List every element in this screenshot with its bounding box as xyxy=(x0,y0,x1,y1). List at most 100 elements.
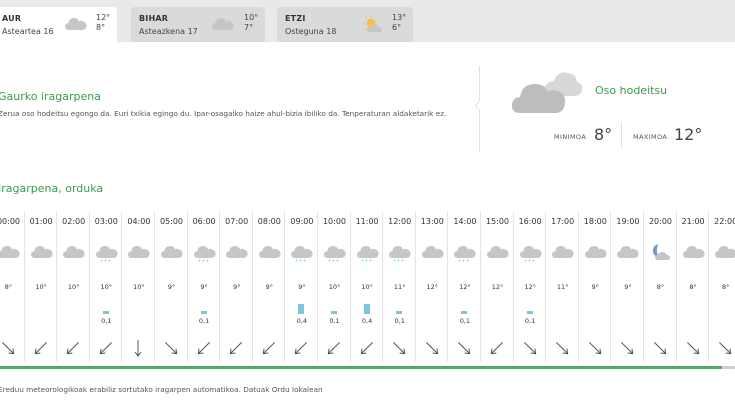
wind-arrow-sw-icon xyxy=(295,341,308,355)
condition-label: Oso hodeitsu xyxy=(595,84,668,97)
tab-tomorrow[interactable]: BIHAR Asteazkena 17 10° 7° xyxy=(131,7,265,42)
hour-temperature: 8° xyxy=(656,283,665,291)
tab-day-name: BIHAR xyxy=(139,14,169,23)
hour-temperature: 10° xyxy=(35,283,47,291)
tab-day-after[interactable]: ETZI Osteguna 18 13° 6° xyxy=(277,7,413,42)
wind-arrow-sw-icon xyxy=(490,341,504,355)
hour-temperature: 12° xyxy=(524,283,536,291)
precipitation-value: 0,1 xyxy=(394,317,405,325)
tab-date: Asteartea 16 xyxy=(2,27,54,36)
precipitation-value: 0,4 xyxy=(296,317,308,325)
hourly-column: 13:00 12° xyxy=(414,212,449,362)
hour-label: 18:00 xyxy=(583,217,607,226)
rain-cloud-icon xyxy=(389,246,411,262)
hourly-column: 10:00 10° 0,1 xyxy=(317,212,351,362)
hour-temperature: 12° xyxy=(459,283,471,291)
hour-temperature: 9° xyxy=(200,283,208,291)
tab-date: Asteazkena 17 xyxy=(139,27,198,36)
precipitation-bar xyxy=(363,304,370,314)
hour-label: 06:00 xyxy=(192,217,216,226)
hourly-column: 14:00 12° 0,1 xyxy=(447,212,481,362)
hour-temperature: 9° xyxy=(591,283,599,291)
rain-cloud-icon xyxy=(291,246,313,262)
tab-date: Osteguna 18 xyxy=(285,27,337,36)
hour-label: 02:00 xyxy=(62,217,86,226)
hour-temperature: 9° xyxy=(265,283,273,291)
hour-temperature: 11° xyxy=(556,283,569,291)
precipitation-bar xyxy=(200,311,207,314)
hour-label: 07:00 xyxy=(225,217,249,226)
tab-day-name: ETZI xyxy=(285,14,306,23)
hour-temperature: 9° xyxy=(232,283,241,291)
hourly-forecast-title: Iragarpena, orduka xyxy=(0,182,104,195)
cloud-icon xyxy=(421,246,444,258)
wind-arrow-sw-icon xyxy=(327,341,341,355)
tab-min-temp: 8° xyxy=(96,23,106,32)
hour-label: 16:00 xyxy=(518,217,542,226)
cloud-icon xyxy=(487,246,509,258)
hour-temperature: 9° xyxy=(624,283,632,291)
precipitation-value: 0,1 xyxy=(459,317,471,325)
precipitation-value: 0,4 xyxy=(361,317,373,325)
cloud-icon xyxy=(128,246,150,258)
rain-cloud-icon xyxy=(95,246,118,262)
hourly-column: 06:00 9° 0,1 xyxy=(186,212,221,362)
hour-label: 17:00 xyxy=(551,217,575,226)
cloud-icon xyxy=(212,18,234,30)
hourly-column: 11:00 10° 0,4 xyxy=(349,212,384,362)
large-cloud-icon xyxy=(512,72,583,113)
forecast-panel: Gaurko iragarpena Zerua oso hodeitsu ego… xyxy=(0,42,735,413)
hourly-column: 00:00 8° xyxy=(0,212,25,362)
hourly-column: 15:00 12° xyxy=(480,212,514,362)
hour-label: 15:00 xyxy=(485,217,510,226)
precipitation-bar xyxy=(526,311,533,314)
hour-label: 22:00 xyxy=(714,217,735,226)
hour-temperature: 11° xyxy=(393,283,406,291)
wind-arrow-se-icon xyxy=(1,341,15,355)
scroll-track xyxy=(722,366,735,369)
hour-label: 05:00 xyxy=(159,217,184,226)
hour-label: 21:00 xyxy=(681,217,705,226)
wind-arrow-sw-icon xyxy=(197,341,210,355)
hour-temperature: 9° xyxy=(298,283,306,291)
tab-today[interactable]: AUR Asteartea 16 12° 8° xyxy=(0,7,117,42)
precipitation-bar xyxy=(102,311,109,314)
wind-arrow-se-icon xyxy=(425,341,439,355)
hour-label: 04:00 xyxy=(127,217,151,226)
divider-chevron xyxy=(474,100,485,111)
hour-label: 19:00 xyxy=(616,217,640,226)
hour-label: 09:00 xyxy=(290,217,314,226)
wind-arrow-se-icon xyxy=(653,341,667,355)
hour-label: 01:00 xyxy=(29,217,53,226)
hour-temperature: 12° xyxy=(426,283,439,291)
daily-forecast-title: Gaurko iragarpena xyxy=(0,90,101,103)
hourly-column: 08:00 9° xyxy=(251,212,286,362)
scroll-progress-bar[interactable] xyxy=(0,366,722,369)
hourly-column: 19:00 9° xyxy=(610,212,644,362)
rain-cloud-icon xyxy=(454,246,476,262)
hour-temperature: 10° xyxy=(67,283,80,291)
cloud-icon xyxy=(65,18,87,30)
day-tabs: AUR Asteartea 16 12° 8° BIHAR Asteazkena… xyxy=(0,0,735,42)
cloud-icon xyxy=(258,246,281,258)
wind-arrow-se-icon xyxy=(458,341,471,355)
cloud-icon xyxy=(0,246,20,258)
tab-max-temp: 13° xyxy=(392,13,407,22)
hour-label: 03:00 xyxy=(94,217,118,226)
cloud-icon xyxy=(30,246,53,258)
rain-cloud-icon xyxy=(324,246,346,262)
wind-arrow-sw-icon xyxy=(99,341,112,355)
max-temp-value: 12° xyxy=(674,125,703,144)
footer-note: Ereduu meteorologikoak erabiliz sortutak… xyxy=(0,385,323,394)
hour-temperature: 8° xyxy=(721,283,730,291)
precipitation-bar xyxy=(298,304,305,314)
tab-max-temp: 12° xyxy=(96,13,111,22)
cloud-icon xyxy=(617,246,639,258)
min-temp-label: MINIMOA xyxy=(554,133,587,141)
tab-min-temp: 7° xyxy=(244,23,254,32)
wind-arrow-se-icon xyxy=(393,341,406,355)
hour-label: 00:00 xyxy=(0,217,21,226)
hourly-column: 03:00 10° 0,1 xyxy=(88,212,123,362)
hourly-column: 05:00 9° xyxy=(154,212,188,362)
hourly-column: 22:00 8° xyxy=(708,212,735,362)
